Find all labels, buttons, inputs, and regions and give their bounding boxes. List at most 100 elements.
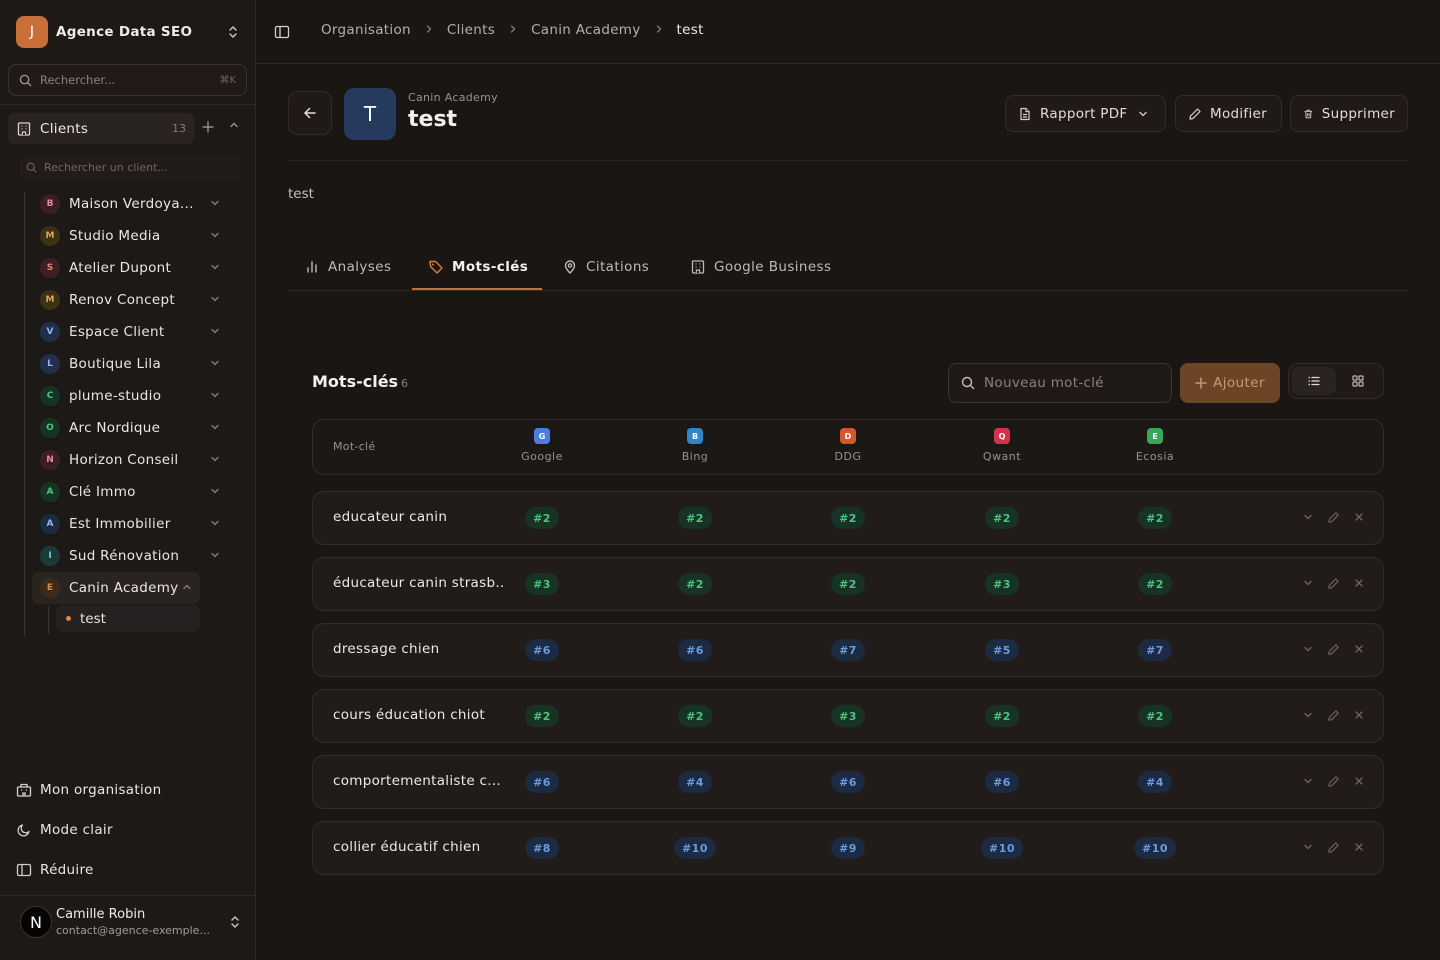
chevron-down-icon [1138,111,1147,116]
pencil-icon[interactable] [1327,709,1340,726]
user-menu[interactable]: N Camille Robin contact@agence-exemple..… [20,904,242,940]
client-avatar: B [40,194,60,214]
sidebar-client-item[interactable]: B Maison Verdoya... [32,188,228,220]
chevron-down-icon[interactable] [1302,709,1314,725]
pdf-report-button[interactable]: Rapport PDF [1005,95,1166,132]
add-keyword-button[interactable]: Ajouter [1180,363,1280,403]
global-search[interactable]: Rechercher... ⌘K [8,64,247,96]
sidebar-client-item[interactable]: S Atelier Dupont [32,252,228,284]
panel-left-icon [16,863,32,877]
clients-section-toggle[interactable]: Clients 13 [8,113,194,144]
tab-keywords[interactable]: Mots-clés [428,244,528,290]
chevrons-up-down-icon [226,25,240,39]
chevron-down-icon[interactable] [210,486,220,499]
sub-item-test[interactable]: test [56,605,200,632]
chevron-down-icon[interactable] [210,358,220,371]
add-client-button[interactable] [202,118,214,137]
chevron-down-icon[interactable] [210,262,220,275]
chevron-down-icon[interactable] [210,326,220,339]
client-search-input[interactable]: Rechercher un client... [20,154,240,180]
chevron-down-icon[interactable] [1302,511,1314,527]
table-row[interactable]: collier éducatif chien #8 #10 #9 #10 #10 [312,821,1384,875]
client-name: Sud Rénovation [69,548,180,564]
keywords-count: 6 [401,377,408,390]
close-icon[interactable] [1353,511,1365,527]
pencil-icon[interactable] [1327,643,1340,660]
list-view-button[interactable] [1292,367,1336,395]
chevron-down-icon[interactable] [210,454,220,467]
pencil-icon[interactable] [1327,775,1340,792]
back-button[interactable] [288,91,332,135]
table-row[interactable]: cours éducation chiot #2 #2 #3 #2 #2 [312,689,1384,743]
client-avatar: V [40,322,60,342]
edit-label: Modifier [1210,105,1267,122]
chevron-down-icon[interactable] [1302,775,1314,791]
client-name: Espace Client [69,324,165,340]
collapse-clients-button[interactable] [228,119,240,135]
ddg-icon: D [840,428,856,444]
sidebar-client-item[interactable]: A Clé Immo [32,476,228,508]
pencil-icon[interactable] [1327,511,1340,528]
chevron-down-icon[interactable] [210,550,220,563]
sidebar-client-item[interactable]: O Arc Nordique [32,412,228,444]
chevron-down-icon[interactable] [1302,643,1314,659]
close-icon[interactable] [1353,643,1365,659]
chevron-up-icon[interactable] [182,582,192,595]
edit-button[interactable]: Modifier [1175,95,1282,132]
close-icon[interactable] [1353,577,1365,593]
chevron-down-icon[interactable] [210,518,220,531]
view-toggle [1288,363,1384,399]
tab-analyses[interactable]: Analyses [304,244,391,290]
sidebar-client-item[interactable]: M Studio Media [32,220,228,252]
pencil-icon[interactable] [1327,577,1340,594]
rank-badge: #3 [831,705,865,727]
toggle-sidebar-button[interactable] [274,24,290,44]
tab-google-business[interactable]: Google Business [690,244,831,290]
org-switcher[interactable]: J Agence Data SEO [16,16,240,48]
sidebar-client-item[interactable]: A Est Immobilier [32,508,228,540]
chevron-down-icon[interactable] [1302,577,1314,593]
chevron-down-icon[interactable] [210,390,220,403]
table-row[interactable]: educateur canin #2 #2 #2 #2 #2 [312,491,1384,545]
close-icon[interactable] [1353,841,1365,857]
breadcrumb-item[interactable]: Organisation [321,22,411,38]
chevron-down-icon[interactable] [210,198,220,211]
chevron-down-icon[interactable] [210,294,220,307]
table-row[interactable]: dressage chien #6 #6 #7 #5 #7 [312,623,1384,677]
sidebar-client-item[interactable]: N Horizon Conseil [32,444,228,476]
delete-button[interactable]: Supprimer [1290,95,1408,132]
engine-name: DDG [834,450,862,463]
my-organisation-link[interactable]: Mon organisation [16,778,240,802]
breadcrumb-item[interactable]: Canin Academy [531,22,640,38]
grid-view-button[interactable] [1336,367,1380,395]
client-name: Clé Immo [69,484,136,500]
sidebar-client-item[interactable]: V Espace Client [32,316,228,348]
column-engine-ddg: D DDG [808,428,888,463]
sidebar-client-item[interactable]: I Sud Rénovation [32,540,228,572]
pencil-icon[interactable] [1327,841,1340,858]
chevron-right-icon [654,23,664,37]
chevron-down-icon[interactable] [210,422,220,435]
chevron-down-icon[interactable] [210,230,220,243]
table-row[interactable]: éducateur canin strasb... #3 #2 #2 #3 #2 [312,557,1384,611]
rank-badge: #10 [980,837,1024,859]
sidebar-client-item[interactable]: L Boutique Lila [32,348,228,380]
close-icon[interactable] [1353,709,1365,725]
client-name: plume-studio [69,388,162,404]
tab-citations[interactable]: Citations [562,244,649,290]
close-icon[interactable] [1353,775,1365,791]
sidebar-client-item[interactable]: E Canin Academy [32,572,200,604]
table-row[interactable]: comportementaliste c... #6 #4 #6 #6 #4 [312,755,1384,809]
client-name: Est Immobilier [69,516,171,532]
pencil-icon [1189,107,1201,120]
theme-toggle[interactable]: Mode clair [16,818,240,842]
sidebar-client-item[interactable]: M Renov Concept [32,284,228,316]
breadcrumb-item[interactable]: Clients [447,22,495,38]
user-email: contact@agence-exemple... [56,924,210,937]
collapse-sidebar-button[interactable]: Réduire [16,858,240,882]
new-keyword-input[interactable]: Nouveau mot-clé [948,363,1172,403]
chevron-down-icon[interactable] [1302,841,1314,857]
rank-badge: #2 [985,507,1019,529]
project-avatar: T [344,88,396,140]
sidebar-client-item[interactable]: Cplume-studio [32,380,228,412]
